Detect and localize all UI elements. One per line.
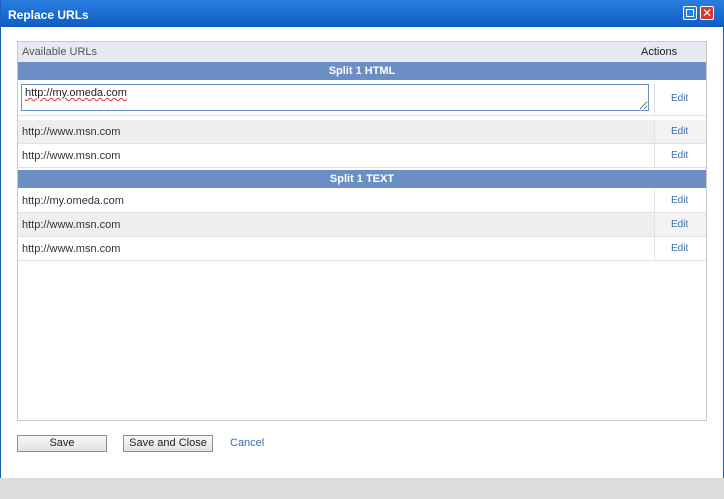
table-row: http://www.msn.com Edit [18, 213, 706, 237]
table-row: http://my.omeda.com Edit [18, 189, 706, 213]
actions-cell: Edit [654, 213, 706, 236]
title-bar[interactable]: Replace URLs ✕ [1, 0, 724, 27]
actions-cell: Edit [654, 120, 706, 143]
url-text: http://www.msn.com [22, 219, 121, 231]
cancel-link[interactable]: Cancel [230, 437, 264, 449]
edit-link[interactable]: Edit [671, 126, 688, 137]
edit-link[interactable]: Edit [671, 150, 688, 161]
edit-link[interactable]: Edit [671, 219, 688, 230]
available-urls-label: Available URLs [22, 46, 98, 58]
actions-cell: Edit [654, 237, 706, 260]
group-header: Split 1 HTML [18, 62, 706, 80]
edit-link[interactable]: Edit [671, 93, 688, 104]
actions-label: Actions [641, 46, 678, 58]
table-row: http://www.msn.com Edit [18, 237, 706, 261]
dialog-title: Replace URLs [8, 8, 89, 22]
save-button[interactable]: Save [17, 435, 107, 452]
actions-cell: Edit [654, 81, 706, 115]
group-header: Split 1 TEXT [18, 170, 706, 188]
url-text: http://www.msn.com [22, 150, 121, 162]
close-icon[interactable]: ✕ [700, 6, 714, 20]
save-and-close-button[interactable]: Save and Close [123, 435, 213, 452]
table-row: http://www.msn.com Edit [18, 144, 706, 168]
table-row: Edit [18, 81, 706, 116]
replace-urls-dialog: Replace URLs ✕ Available URLs Actions Sp… [0, 0, 724, 479]
table-row: http://www.msn.com Edit [18, 120, 706, 144]
edit-link[interactable]: Edit [671, 243, 688, 254]
url-text: http://www.msn.com [22, 243, 121, 255]
panel-header: Available URLs Actions [18, 42, 706, 62]
url-text: http://www.msn.com [22, 126, 121, 138]
actions-cell: Edit [654, 144, 706, 167]
bottom-strip [0, 478, 724, 499]
url-edit-input[interactable] [21, 84, 649, 111]
maximize-icon[interactable] [683, 6, 697, 20]
url-text: http://my.omeda.com [22, 195, 124, 207]
edit-link[interactable]: Edit [671, 195, 688, 206]
urls-panel: Available URLs Actions Split 1 HTML Edit… [17, 41, 707, 421]
actions-cell: Edit [654, 189, 706, 212]
